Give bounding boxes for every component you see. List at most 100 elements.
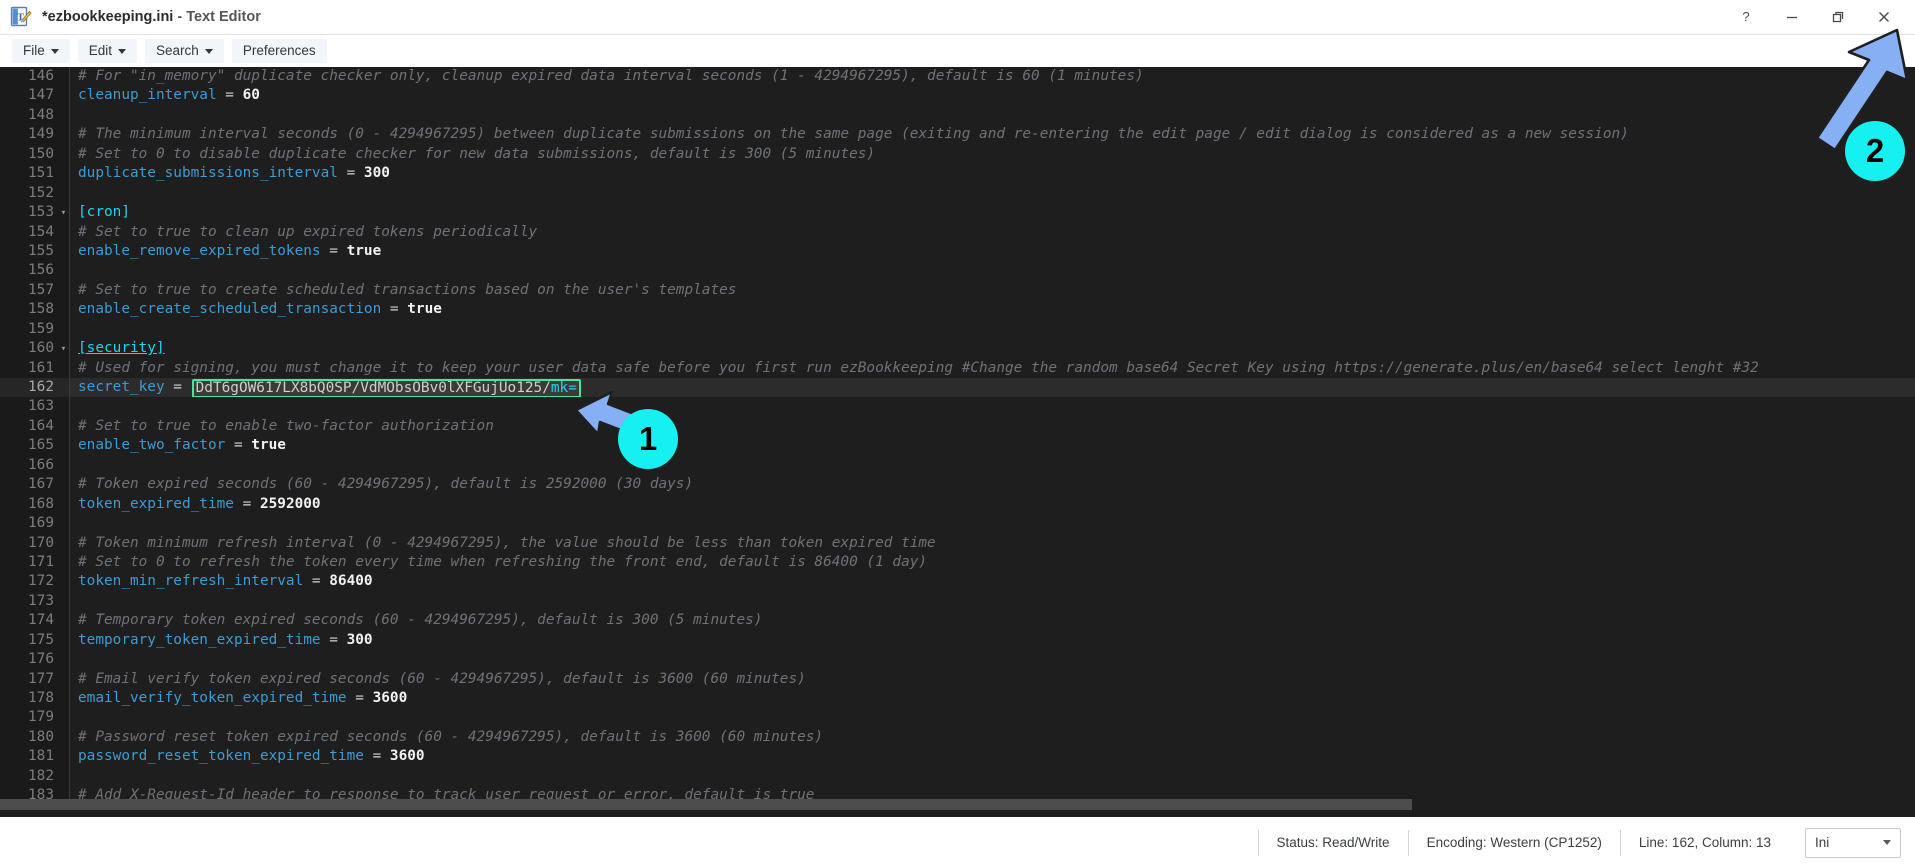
secret-key-value[interactable]: DdT6gOW617LX8bQ0SP/VdMObsOBv0lXFGujUo125… xyxy=(191,379,581,398)
code-line-text[interactable] xyxy=(70,320,1915,339)
code-line-text[interactable]: enable_create_scheduled_transaction = tr… xyxy=(70,300,1915,319)
code-line-text[interactable]: # Temporary token expired seconds (60 - … xyxy=(70,611,1915,630)
code-line-text[interactable] xyxy=(70,514,1915,533)
code-line[interactable]: 173 xyxy=(0,591,1915,612)
code-line-text[interactable] xyxy=(70,456,1915,475)
code-line[interactable]: 167 # Token expired seconds (60 - 4294967… xyxy=(0,475,1915,495)
code-line[interactable]: 163 xyxy=(0,397,1915,417)
editor-horizontal-scrollbar-thumb[interactable] xyxy=(0,799,1412,810)
code-line[interactable]: 175 temporary_token_expired_time = 300 xyxy=(0,630,1915,651)
token-key: temporary_token_expired_time xyxy=(78,631,321,648)
code-line-text[interactable]: # Password reset token expired seconds (… xyxy=(70,728,1915,747)
code-line-text[interactable]: [cron] xyxy=(70,203,1915,222)
code-line[interactable]: 149 # The minimum interval seconds (0 - 4… xyxy=(0,125,1915,145)
code-line-text[interactable]: password_reset_token_expired_time = 3600 xyxy=(70,747,1915,766)
code-line-text[interactable] xyxy=(70,708,1915,727)
code-line[interactable]: 178 email_verify_token_expired_time = 360… xyxy=(0,689,1915,709)
code-line[interactable]: 181 password_reset_token_expired_time = 3… xyxy=(0,747,1915,767)
line-number: 166 xyxy=(0,455,58,476)
code-line-text[interactable]: [security] xyxy=(70,339,1915,358)
code-line[interactable]: 169 xyxy=(0,514,1915,534)
code-line[interactable]: 165 enable_two_factor = true xyxy=(0,436,1915,456)
fold-toggle-icon[interactable]: ▾ xyxy=(58,203,69,223)
line-number: 156 xyxy=(0,261,58,281)
menu-preferences[interactable]: Preferences xyxy=(231,39,327,63)
menu-search[interactable]: Search xyxy=(145,39,224,63)
code-line[interactable]: 180 # Password reset token expired second… xyxy=(0,727,1915,748)
code-line-text[interactable] xyxy=(70,261,1915,280)
code-line[interactable]: 164 # Set to true to enable two-factor au… xyxy=(0,416,1915,437)
code-line[interactable]: 161 # Used for signing, you must change i… xyxy=(0,358,1915,378)
code-line-text[interactable] xyxy=(70,592,1915,611)
language-select[interactable]: Ini xyxy=(1805,827,1901,858)
code-line-text[interactable]: # Used for signing, you must change it t… xyxy=(70,359,1915,378)
code-line[interactable]: 166 xyxy=(0,455,1915,476)
code-line-text[interactable]: # Set to 0 to disable duplicate checker … xyxy=(70,145,1915,164)
code-line-text[interactable]: cleanup_interval = 60 xyxy=(70,86,1915,105)
help-button[interactable]: ? xyxy=(1723,0,1769,34)
code-line-text[interactable]: # Set to true to clean up expired tokens… xyxy=(70,223,1915,242)
code-line[interactable]: 179 xyxy=(0,708,1915,728)
token-val: 2592000 xyxy=(259,495,321,512)
code-line-text[interactable]: secret_key = DdT6gOW617LX8bQ0SP/VdMObsOB… xyxy=(70,378,1915,398)
code-line-text[interactable] xyxy=(70,106,1915,125)
code-line[interactable]: 171 # Set to 0 to refresh the token every… xyxy=(0,552,1915,573)
code-line-text[interactable]: # Set to 0 to refresh the token every ti… xyxy=(70,553,1915,572)
code-line[interactable]: 147 cleanup_interval = 60 xyxy=(0,86,1915,106)
code-line[interactable]: 152 xyxy=(0,183,1915,204)
editor-pane[interactable]: 146 # For "in_memory" duplicate checker o… xyxy=(0,67,1915,817)
code-line[interactable]: 160 ▾ [security] xyxy=(0,339,1915,359)
line-number: 154 xyxy=(0,222,58,242)
code-line-text[interactable]: temporary_token_expired_time = 300 xyxy=(70,631,1915,650)
code-line[interactable]: 148 xyxy=(0,105,1915,126)
code-line[interactable]: 162 secret_key = DdT6gOW617LX8bQ0SP/VdMOb… xyxy=(0,378,1915,398)
code-line[interactable]: 168 token_expired_time = 2592000 xyxy=(0,494,1915,515)
code-line-text[interactable]: duplicate_submissions_interval = 300 xyxy=(70,164,1915,183)
code-line[interactable]: 155 enable_remove_expired_tokens = true xyxy=(0,241,1915,262)
code-line-text[interactable]: # Set to true to create scheduled transa… xyxy=(70,281,1915,300)
secret-key-value-text: DdT6gOW617LX8bQ0SP/VdMObsOBv0lXFGujUo125… xyxy=(195,380,551,396)
code-line[interactable]: 170 # Token minimum refresh interval (0 -… xyxy=(0,533,1915,553)
code-line[interactable]: 154 # Set to true to clean up expired tok… xyxy=(0,222,1915,242)
code-line-text[interactable]: email_verify_token_expired_time = 3600 xyxy=(70,689,1915,708)
editor-horizontal-scrollbar[interactable] xyxy=(0,799,1915,810)
code-line-text[interactable] xyxy=(70,184,1915,203)
code-line[interactable]: 176 xyxy=(0,650,1915,670)
code-line-text[interactable]: # Token minimum refresh interval (0 - 42… xyxy=(70,534,1915,553)
code-line[interactable]: 158 enable_create_scheduled_transaction =… xyxy=(0,300,1915,320)
code-line-text[interactable]: # For "in_memory" duplicate checker only… xyxy=(70,67,1915,86)
code-line-text[interactable]: # Set to true to enable two-factor autho… xyxy=(70,417,1915,436)
code-line[interactable]: 157 # Set to true to create scheduled tra… xyxy=(0,280,1915,301)
code-line-text[interactable]: token_expired_time = 2592000 xyxy=(70,495,1915,514)
code-line-text[interactable]: enable_remove_expired_tokens = true xyxy=(70,242,1915,261)
code-line[interactable]: 150 # Set to 0 to disable duplicate check… xyxy=(0,144,1915,165)
code-line[interactable]: 151 duplicate_submissions_interval = 300 xyxy=(0,164,1915,184)
code-line-text[interactable] xyxy=(70,767,1915,786)
code-line-text[interactable]: # Token expired seconds (60 - 4294967295… xyxy=(70,475,1915,494)
code-line[interactable]: 174 # Temporary token expired seconds (60… xyxy=(0,611,1915,631)
code-line[interactable]: 177 # Email verify token expired seconds … xyxy=(0,669,1915,689)
menu-edit[interactable]: Edit xyxy=(77,39,138,63)
menu-toolbar: File Edit Search Preferences xyxy=(0,34,1915,67)
code-line[interactable]: 172 token_min_refresh_interval = 86400 xyxy=(0,572,1915,592)
code-line[interactable]: 153 ▾ [cron] xyxy=(0,203,1915,223)
code-line-text[interactable]: # Email verify token expired seconds (60… xyxy=(70,670,1915,689)
token-eq: = xyxy=(337,165,364,182)
fold-toggle-icon[interactable]: ▾ xyxy=(58,339,69,359)
callout-badge-1-number: 1 xyxy=(638,420,658,457)
fold-gutter-spacer xyxy=(58,280,69,301)
code-line[interactable]: 159 xyxy=(0,319,1915,340)
code-line[interactable]: 146 # For "in_memory" duplicate checker o… xyxy=(0,67,1915,87)
code-line-text[interactable]: # The minimum interval seconds (0 - 4294… xyxy=(70,125,1915,144)
code-line-text[interactable]: enable_two_factor = true xyxy=(70,436,1915,455)
code-line-text[interactable]: token_min_refresh_interval = 86400 xyxy=(70,572,1915,591)
code-area[interactable]: 146 # For "in_memory" duplicate checker o… xyxy=(0,67,1915,817)
menu-file[interactable]: File xyxy=(12,39,70,63)
fold-gutter-spacer xyxy=(58,397,69,417)
code-line-text[interactable] xyxy=(70,650,1915,669)
code-line-text[interactable] xyxy=(70,397,1915,416)
line-number: 153 xyxy=(0,203,58,223)
code-line[interactable]: 156 xyxy=(0,261,1915,281)
token-eq: = xyxy=(303,573,330,590)
code-line[interactable]: 182 xyxy=(0,766,1915,787)
